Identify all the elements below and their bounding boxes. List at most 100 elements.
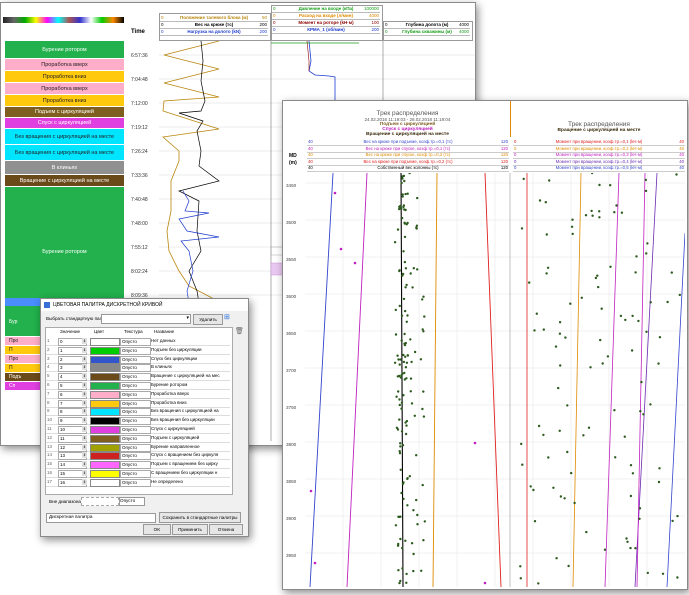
color-swatch[interactable]: [90, 452, 120, 461]
color-swatch[interactable]: [90, 417, 120, 426]
table-row[interactable]: 17 16 ⇕ Опусто Не определено: [46, 478, 230, 487]
color-swatch[interactable]: [90, 470, 120, 478]
delete-row-icon[interactable]: 🗑: [235, 327, 244, 335]
color-swatch[interactable]: [90, 408, 120, 417]
texture-select[interactable]: Опусто: [120, 470, 151, 478]
stepper-icon[interactable]: ⇕: [82, 346, 87, 353]
table-row[interactable]: 4 3 ⇕ Опусто В клиньях: [46, 363, 230, 373]
column-name: Название: [154, 329, 175, 334]
color-swatch[interactable]: [90, 355, 120, 364]
color-swatch[interactable]: [90, 434, 120, 443]
color-swatch[interactable]: [90, 461, 120, 470]
apply-button[interactable]: Применить: [172, 524, 208, 535]
color-swatch[interactable]: [90, 346, 120, 355]
texture-select[interactable]: Опусто: [120, 355, 151, 364]
texture-select[interactable]: Опусто: [120, 426, 151, 434]
table-row[interactable]: 16 15 ⇕ Опусто С вращением без циркуляции н: [46, 469, 230, 478]
table-row[interactable]: 15 14 ⇕ Опусто Подъем с вращением без цирку: [46, 460, 230, 470]
color-swatch[interactable]: [90, 443, 120, 452]
stepper-icon[interactable]: ⇕: [82, 470, 87, 476]
color-swatch[interactable]: [90, 390, 120, 399]
color-swatch[interactable]: [90, 382, 120, 390]
color-swatch[interactable]: [90, 478, 120, 487]
texture-select[interactable]: Опусто: [120, 461, 151, 470]
cancel-button[interactable]: Отмена: [209, 524, 243, 535]
legend-max: 100000: [363, 6, 379, 11]
legend-row: 0 Глубина долота (м) 4000: [384, 22, 470, 29]
stepper-icon[interactable]: ⇕: [82, 443, 87, 450]
palette-name-input[interactable]: Дискретная палитра: [46, 513, 156, 523]
table-row[interactable]: 11 10 ⇕ Опусто Спуск с циркуляцией: [46, 425, 230, 434]
save-standard-button[interactable]: Сохранить в стандартные палитры: [159, 512, 241, 523]
stepper-icon[interactable]: ⇕: [82, 364, 87, 371]
color-swatch[interactable]: [90, 426, 120, 434]
stepper-icon[interactable]: ⇕: [82, 382, 87, 388]
track-point: [529, 485, 532, 488]
table-row[interactable]: 13 12 ⇕ Опусто Бурение направленное: [46, 443, 230, 452]
table-row[interactable]: 5 4 ⇕ Опусто Вращение с циркуляцией на мес: [46, 372, 230, 382]
track-point: [569, 302, 572, 305]
stepper-icon[interactable]: ⇕: [82, 461, 87, 468]
stepper-icon[interactable]: ⇕: [82, 373, 87, 380]
texture-select[interactable]: Опусто: [120, 443, 151, 452]
depth-tick: 3600: [286, 294, 297, 299]
texture-select[interactable]: Опусто: [120, 478, 151, 487]
stepper-icon[interactable]: ⇕: [82, 434, 87, 441]
track-point: [649, 301, 652, 304]
stepper-icon[interactable]: ⇕: [82, 408, 87, 415]
stepper-icon[interactable]: ⇕: [82, 338, 87, 344]
delete-button[interactable]: Удалить: [193, 314, 223, 325]
color-swatch[interactable]: [90, 338, 120, 346]
track-point: [398, 581, 401, 585]
texture-select[interactable]: Опусто: [120, 417, 151, 426]
stepper-icon[interactable]: ⇕: [82, 355, 87, 362]
table-row[interactable]: 3 2 ⇕ Опусто Спуск без циркуляции: [46, 355, 230, 364]
table-row[interactable]: 10 9 ⇕ Опусто Без вращения без циркуляции: [46, 416, 230, 426]
color-swatch[interactable]: [90, 373, 120, 382]
track-point: [646, 571, 649, 575]
stepper-icon[interactable]: ⇕: [82, 478, 87, 485]
stepper-icon[interactable]: ⇕: [82, 390, 87, 397]
texture-select[interactable]: Опусто: [120, 373, 151, 382]
stepper-icon[interactable]: ⇕: [82, 399, 87, 406]
table-row[interactable]: 1 0 ⇕ Опусто Нет данных: [46, 337, 230, 346]
stepper-icon[interactable]: ⇕: [82, 426, 87, 432]
table-row[interactable]: 12 11 ⇕ Опусто Подъем с циркуляцией: [46, 434, 230, 443]
texture-select[interactable]: Опусто: [120, 364, 151, 373]
stepper-icon[interactable]: ⇕: [82, 452, 87, 459]
color-swatch[interactable]: [90, 399, 120, 408]
track-point: [661, 572, 665, 575]
color-swatch[interactable]: [90, 364, 120, 373]
track-point: [422, 415, 426, 418]
track-point: [421, 407, 424, 411]
table-row[interactable]: 2 1 ⇕ Опусто Подъем без циркуляции: [46, 346, 230, 355]
row-number: 7: [47, 390, 50, 396]
track-point: [397, 569, 400, 572]
table-row[interactable]: 9 8 ⇕ Опусто Без вращения с циркуляцией на: [46, 407, 230, 417]
track-point: [412, 267, 415, 270]
table-row[interactable]: 7 6 ⇕ Опусто Проработка вверх: [46, 390, 230, 399]
table-row[interactable]: 8 7 ⇕ Опусто Проработка вниз: [46, 399, 230, 408]
track-point: [399, 537, 402, 541]
texture-select[interactable]: Опусто: [120, 346, 151, 355]
texture-select[interactable]: Опусто: [120, 382, 151, 390]
legend-max: 200: [259, 29, 267, 34]
palette-select[interactable]: ▾: [101, 314, 191, 324]
texture-select[interactable]: Опусто: [120, 399, 151, 408]
texture-select[interactable]: Опусто: [120, 434, 151, 443]
texture-select[interactable]: Опусто: [120, 338, 151, 346]
texture-select[interactable]: Опусто: [120, 408, 151, 417]
texture-select[interactable]: Опусто: [120, 390, 151, 399]
out-of-range-swatch[interactable]: [81, 497, 119, 506]
table-row[interactable]: 6 5 ⇕ Опусто Бурение ротором: [46, 381, 230, 390]
track-point: [644, 178, 647, 182]
stepper-icon[interactable]: ⇕: [82, 417, 87, 424]
out-of-range-texture[interactable]: Опусто: [119, 497, 145, 506]
texture-select[interactable]: Опусто: [120, 452, 151, 461]
track-point: [571, 218, 574, 221]
table-row[interactable]: 14 13 ⇕ Опусто Спуск с вращением без циркуля: [46, 451, 230, 461]
track-point: [400, 314, 404, 317]
ok-button[interactable]: OK: [143, 524, 171, 535]
add-icon[interactable]: ⊞: [224, 313, 230, 321]
track-point: [559, 495, 563, 498]
